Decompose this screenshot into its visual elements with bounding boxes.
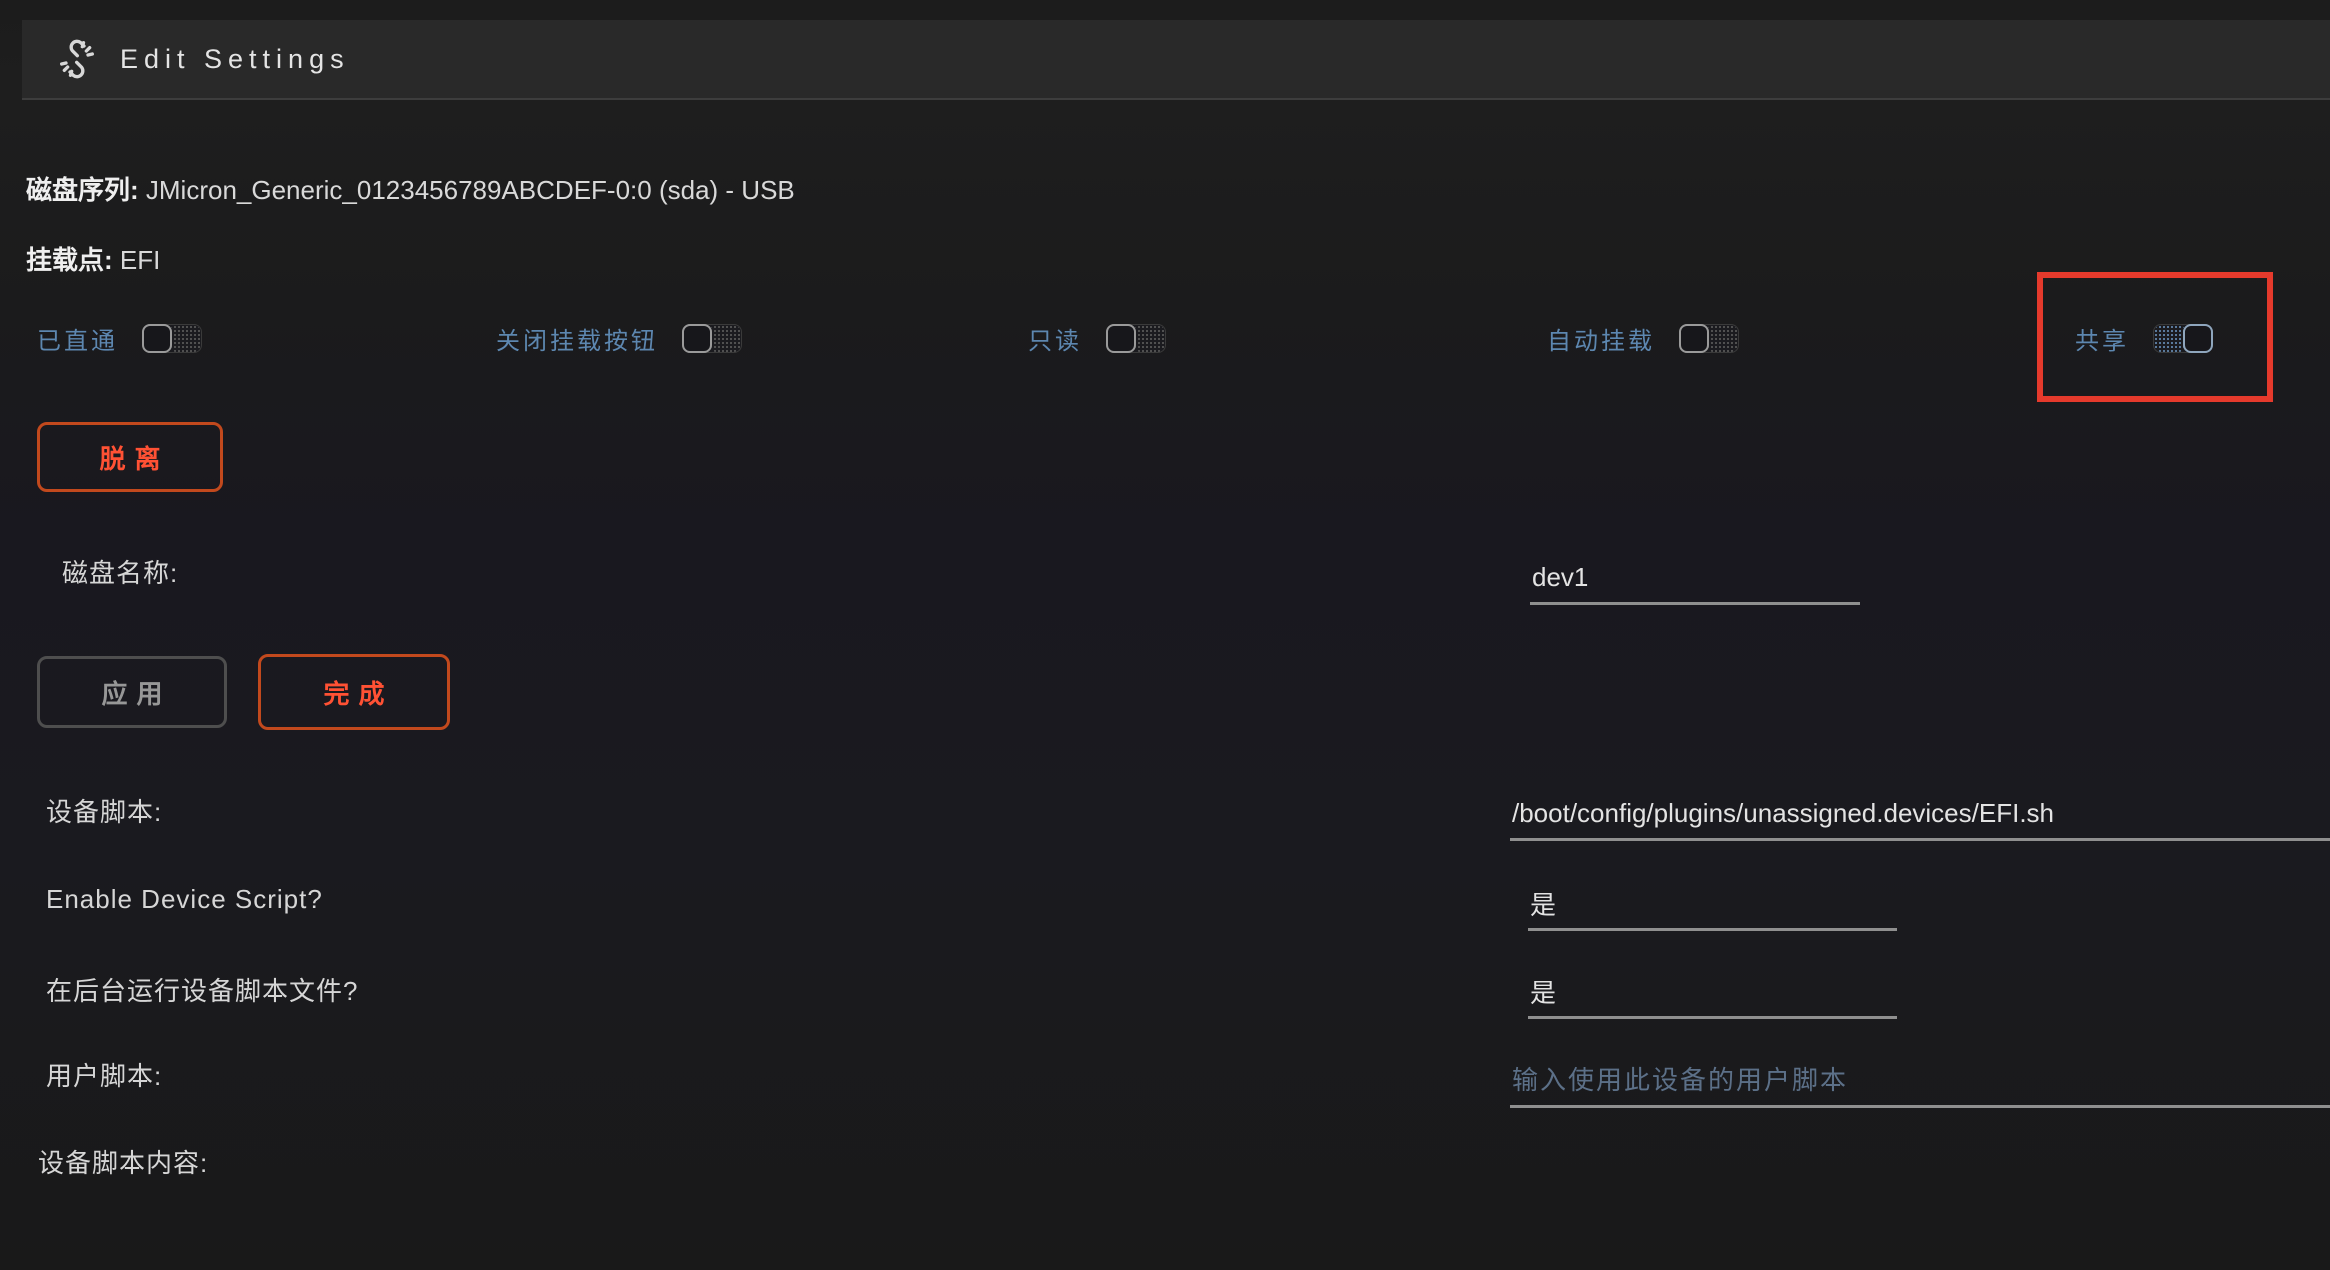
mount-point-line: 挂载点: EFI <box>26 240 160 277</box>
disable-mount-button-toggle[interactable] <box>682 324 742 353</box>
enable-device-script-input[interactable] <box>1528 885 1897 931</box>
passthrough-toggle[interactable] <box>142 324 202 353</box>
disk-serial-line: 磁盘序列: JMicron_Generic_0123456789ABCDEF-0… <box>26 170 795 207</box>
disable-mount-button-label: 关闭挂载按钮 <box>496 321 658 356</box>
mount-point-value: EFI <box>113 245 161 275</box>
read-only-label: 只读 <box>1028 321 1082 356</box>
run-in-background-label: 在后台运行设备脚本文件? <box>46 971 358 1008</box>
detach-button[interactable]: 脱离 <box>37 422 223 492</box>
toggle-group-read-only: 只读 <box>1028 316 1166 360</box>
disk-name-input[interactable] <box>1530 559 1860 605</box>
apply-button[interactable]: 应用 <box>37 656 227 728</box>
automount-toggle[interactable] <box>1679 324 1739 353</box>
toggle-group-disable-mount-button: 关闭挂载按钮 <box>496 316 742 360</box>
device-script-label: 设备脚本: <box>46 792 162 829</box>
toggle-group-passthrough: 已直通 <box>37 316 202 360</box>
disk-serial-label: 磁盘序列: <box>26 175 139 205</box>
automount-label: 自动挂载 <box>1547 321 1655 356</box>
disk-name-label: 磁盘名称: <box>62 553 178 590</box>
highlight-box <box>2037 272 2273 402</box>
disk-serial-value: JMicron_Generic_0123456789ABCDEF-0:0 (sd… <box>139 175 795 205</box>
broken-link-icon <box>56 38 98 80</box>
dialog-titlebar: Edit Settings <box>22 20 2330 100</box>
read-only-toggle[interactable] <box>1106 324 1166 353</box>
device-script-content-label: 设备脚本内容: <box>38 1143 208 1180</box>
done-button[interactable]: 完成 <box>258 654 450 730</box>
device-script-input[interactable] <box>1510 795 2330 841</box>
toggle-knob <box>1106 324 1136 353</box>
user-script-input[interactable] <box>1510 1062 2330 1108</box>
user-script-label: 用户脚本: <box>46 1056 162 1093</box>
run-in-background-input[interactable] <box>1528 973 1897 1019</box>
toggle-knob <box>142 324 172 353</box>
mount-point-label: 挂载点: <box>26 245 113 275</box>
passthrough-label: 已直通 <box>37 321 118 356</box>
dialog-title: Edit Settings <box>120 44 350 75</box>
toggle-knob <box>682 324 712 353</box>
toggle-knob <box>1679 324 1709 353</box>
toggle-group-automount: 自动挂载 <box>1547 316 1739 360</box>
enable-device-script-label: Enable Device Script? <box>46 884 323 915</box>
